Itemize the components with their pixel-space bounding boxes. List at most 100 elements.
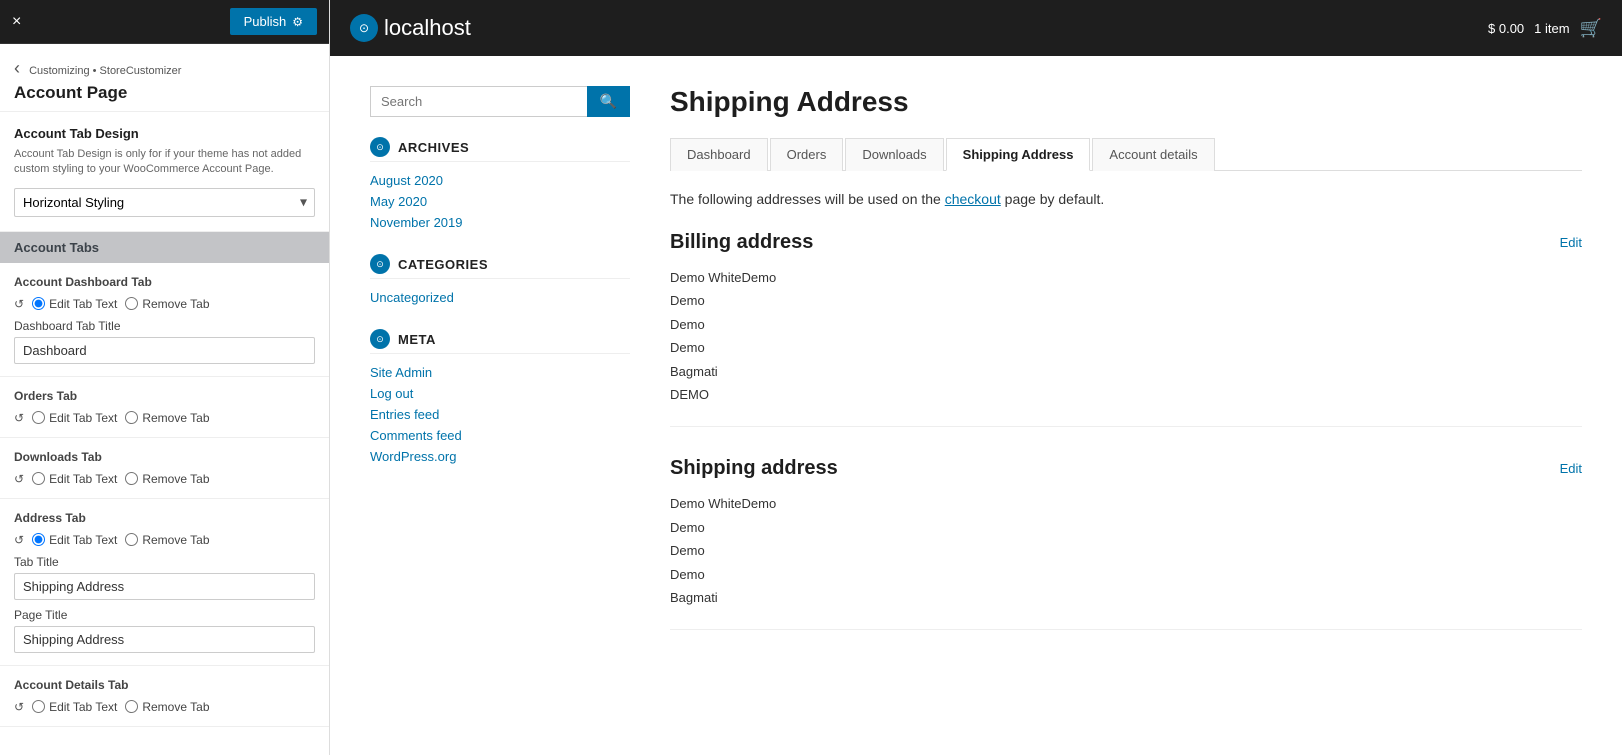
orders-tab-title: Orders Tab — [14, 389, 315, 403]
address-remove-radio-label[interactable]: Remove Tab — [125, 533, 209, 547]
search-button[interactable]: 🔍 — [587, 86, 630, 117]
tab-account-details[interactable]: Account details — [1092, 138, 1214, 171]
gear-icon: ⚙ — [292, 15, 303, 29]
logo-icon: ⊙ — [350, 14, 378, 42]
list-item: WordPress.org — [370, 448, 630, 464]
orders-tab-section: Orders Tab ↺ Edit Tab Text Remove Tab — [0, 377, 329, 438]
shipping-address-title: Shipping address — [670, 457, 838, 480]
styling-select-wrapper: Horizontal Styling Vertical Styling Defa… — [14, 188, 315, 217]
search-box: 🔍 — [370, 86, 630, 117]
page-title: Account Page — [14, 83, 315, 103]
list-item: November 2019 — [370, 214, 630, 230]
address-tab-title: Address Tab — [14, 511, 315, 525]
dashboard-edit-radio-label[interactable]: Edit Tab Text — [32, 297, 117, 311]
dashboard-tab-input[interactable] — [14, 337, 315, 364]
dashboard-tab-title: Account Dashboard Tab — [14, 275, 315, 289]
account-tabs-divider: Account Tabs — [0, 232, 329, 263]
meta-widget-title: META — [398, 332, 436, 347]
shipping-address-header: Shipping address Edit — [670, 457, 1582, 480]
account-details-edit-radio-label[interactable]: Edit Tab Text — [32, 700, 117, 714]
downloads-edit-radio-label[interactable]: Edit Tab Text — [32, 472, 117, 486]
styling-select[interactable]: Horizontal Styling Vertical Styling Defa… — [14, 188, 315, 217]
shipping-edit-link[interactable]: Edit — [1560, 461, 1582, 476]
orders-edit-radio-label[interactable]: Edit Tab Text — [32, 411, 117, 425]
meta-link[interactable]: WordPress.org — [370, 449, 456, 464]
downloads-refresh-icon: ↺ — [14, 472, 24, 486]
address-edit-radio-label[interactable]: Edit Tab Text — [32, 533, 117, 547]
archives-widget-titlebar: ⊙ ARCHIVES — [370, 137, 630, 162]
dashboard-tab-section: Account Dashboard Tab ↺ Edit Tab Text Re… — [0, 263, 329, 377]
back-button[interactable]: ‹ — [14, 58, 20, 79]
meta-link[interactable]: Log out — [370, 386, 413, 401]
categories-widget-title: CATEGORIES — [398, 257, 488, 272]
tab-orders[interactable]: Orders — [770, 138, 844, 171]
tab-dashboard[interactable]: Dashboard — [670, 138, 768, 171]
panel-header: ‹ Customizing • StoreCustomizer Account … — [0, 44, 329, 112]
shipping-address-lines: Demo WhiteDemo Demo Demo Demo Bagmati — [670, 492, 1582, 609]
address-refresh-icon: ↺ — [14, 533, 24, 547]
archive-link[interactable]: August 2020 — [370, 173, 443, 188]
meta-link[interactable]: Comments feed — [370, 428, 462, 443]
publish-button[interactable]: Publish ⚙ — [230, 8, 317, 35]
breadcrumb: ‹ Customizing • StoreCustomizer — [14, 58, 315, 79]
section-note: Account Tab Design is only for if your t… — [14, 147, 315, 178]
category-link[interactable]: Uncategorized — [370, 290, 454, 305]
meta-widget: ⊙ META Site Admin Log out Entries feed C… — [370, 329, 630, 464]
downloads-remove-radio[interactable] — [125, 472, 138, 485]
address-edit-radio[interactable] — [32, 533, 45, 546]
archive-link[interactable]: November 2019 — [370, 215, 463, 230]
site-content: 🔍 ⊙ ARCHIVES August 2020 May 2020 Novemb… — [330, 56, 1622, 755]
main-content: Shipping Address Dashboard Orders Downlo… — [670, 86, 1582, 725]
categories-widget: ⊙ CATEGORIES Uncategorized — [370, 254, 630, 305]
categories-widget-icon: ⊙ — [370, 254, 390, 274]
orders-edit-radio[interactable] — [32, 411, 45, 424]
cart-icon[interactable]: 🛒 — [1580, 18, 1602, 39]
orders-remove-radio-label[interactable]: Remove Tab — [125, 411, 209, 425]
address-tab-title-input[interactable] — [14, 573, 315, 600]
tab-shipping-address[interactable]: Shipping Address — [946, 138, 1091, 171]
meta-link[interactable]: Site Admin — [370, 365, 432, 380]
dashboard-remove-radio-label[interactable]: Remove Tab — [125, 297, 209, 311]
billing-address-lines: Demo WhiteDemo Demo Demo Demo Bagmati DE… — [670, 266, 1582, 406]
cart-amount: $ 0.00 — [1488, 21, 1524, 36]
meta-list: Site Admin Log out Entries feed Comments… — [370, 364, 630, 464]
orders-remove-radio[interactable] — [125, 411, 138, 424]
list-item: May 2020 — [370, 193, 630, 209]
billing-address-header: Billing address Edit — [670, 231, 1582, 254]
meta-link[interactable]: Entries feed — [370, 407, 439, 422]
close-button[interactable]: × — [12, 13, 21, 31]
archives-widget-icon: ⊙ — [370, 137, 390, 157]
address-page-title-label: Page Title — [14, 608, 315, 622]
account-details-remove-radio-label[interactable]: Remove Tab — [125, 700, 209, 714]
list-item: Site Admin — [370, 364, 630, 380]
dashboard-edit-radio[interactable] — [32, 297, 45, 310]
categories-list: Uncategorized — [370, 289, 630, 305]
tab-downloads[interactable]: Downloads — [845, 138, 943, 171]
downloads-tab-title: Downloads Tab — [14, 450, 315, 464]
site-header: ⊙ localhost $ 0.00 1 item 🛒 — [330, 0, 1622, 56]
cart-area: $ 0.00 1 item 🛒 — [1488, 18, 1602, 39]
billing-address-title: Billing address — [670, 231, 813, 254]
logo-text: localhost — [384, 15, 471, 41]
list-item: August 2020 — [370, 172, 630, 188]
address-tab-section: Address Tab ↺ Edit Tab Text Remove Tab T… — [0, 499, 329, 666]
dashboard-remove-radio[interactable] — [125, 297, 138, 310]
downloads-edit-radio[interactable] — [32, 472, 45, 485]
downloads-tab-section: Downloads Tab ↺ Edit Tab Text Remove Tab — [0, 438, 329, 499]
address-page-title-input[interactable] — [14, 626, 315, 653]
address-remove-radio[interactable] — [125, 533, 138, 546]
search-icon: 🔍 — [600, 93, 617, 109]
address-note: The following addresses will be used on … — [670, 191, 1582, 207]
address-tab-title-label: Tab Title — [14, 555, 315, 569]
account-details-remove-radio[interactable] — [125, 700, 138, 713]
archive-link[interactable]: May 2020 — [370, 194, 427, 209]
archives-widget: ⊙ ARCHIVES August 2020 May 2020 November… — [370, 137, 630, 230]
search-input[interactable] — [370, 86, 587, 117]
billing-edit-link[interactable]: Edit — [1560, 235, 1582, 250]
checkout-link[interactable]: checkout — [945, 191, 1001, 207]
categories-widget-titlebar: ⊙ CATEGORIES — [370, 254, 630, 279]
page-heading: Shipping Address — [670, 86, 1582, 118]
orders-refresh-icon: ↺ — [14, 411, 24, 425]
downloads-remove-radio-label[interactable]: Remove Tab — [125, 472, 209, 486]
account-details-edit-radio[interactable] — [32, 700, 45, 713]
